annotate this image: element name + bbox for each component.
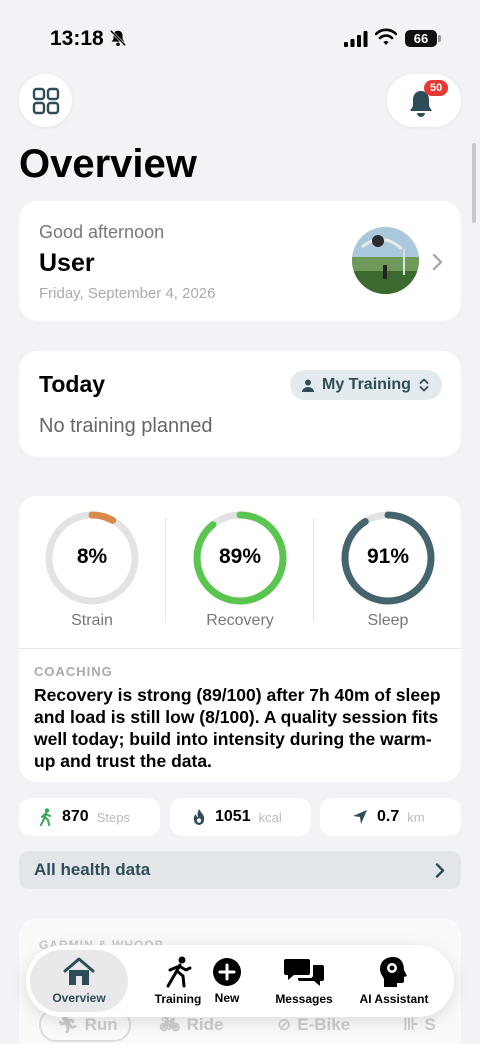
bell-slash-icon <box>109 29 127 47</box>
coaching-label: COACHING <box>34 664 113 679</box>
all-health-data-button[interactable]: All health data <box>19 851 461 889</box>
cellular-signal-icon <box>344 31 368 47</box>
coaching-text: Recovery is strong (89/100) after 7h 40m… <box>34 685 441 771</box>
scroll-indicator[interactable] <box>472 143 476 223</box>
ring-value: 89% <box>218 545 262 568</box>
training-selector[interactable]: My Training <box>290 370 442 400</box>
all-health-data-label: All health data <box>34 860 151 879</box>
today-title: Today <box>39 371 106 397</box>
avatar-photo <box>352 227 419 294</box>
status-time: 13:18 <box>50 27 104 50</box>
tab-label: Overview <box>52 991 106 1005</box>
notifications-button[interactable] <box>387 74 461 127</box>
divider <box>19 648 461 649</box>
tab-ai-assistant[interactable]: AI Assistant <box>346 945 442 1017</box>
walking-icon <box>40 808 51 826</box>
status-bar: 13:18 66 <box>0 0 480 76</box>
dumbbell-icon: ⊪ <box>403 1015 419 1034</box>
person-icon <box>302 379 314 392</box>
notification-badge: 50 <box>424 80 449 96</box>
divider <box>313 518 314 622</box>
bike-icon: 🚲︎ <box>159 1015 181 1034</box>
flame-icon <box>193 809 205 825</box>
divider <box>165 518 166 622</box>
sport-strength-label: S <box>424 1015 436 1034</box>
tab-label: AI Assistant <box>359 992 429 1006</box>
ring-label: Strain <box>71 612 113 629</box>
ring-label: Sleep <box>367 612 409 629</box>
brain-head-icon <box>380 957 407 987</box>
tab-label: Training <box>154 992 202 1006</box>
tab-overview[interactable]: Overview <box>30 950 128 1012</box>
sport-run-label: Run <box>84 1015 118 1034</box>
ring-value: 91% <box>366 545 410 568</box>
distance-chip[interactable]: 0.7 km <box>320 798 461 836</box>
sport-ride-label: Ride <box>186 1015 224 1034</box>
ebike-icon: ⊘ <box>277 1015 292 1034</box>
home-icon <box>63 957 95 985</box>
ring-value: 8% <box>76 545 108 568</box>
distance-value: 0.7 <box>377 808 400 825</box>
distance-unit: km <box>407 809 425 825</box>
calories-chip[interactable]: 1051 kcal <box>170 798 311 836</box>
user-name: User <box>39 249 95 277</box>
chevron-up-down-icon <box>419 378 429 392</box>
no-training-text: No training planned <box>39 415 213 437</box>
sport-ebike-label: E-Bike <box>297 1015 351 1034</box>
location-arrow-icon <box>353 810 367 824</box>
calories-unit: kcal <box>258 809 282 825</box>
chevron-right-icon <box>435 863 445 878</box>
greeting-card[interactable]: Good afternoon User Friday, September 4,… <box>19 201 461 321</box>
avatar[interactable] <box>352 227 419 294</box>
tab-label: New <box>214 991 240 1005</box>
calories-value: 1051 <box>215 808 251 825</box>
wifi-icon <box>375 28 397 45</box>
menu-grid-button[interactable] <box>19 74 72 127</box>
current-date: Friday, September 4, 2026 <box>39 285 216 302</box>
battery-indicator: 66 <box>405 30 441 47</box>
steps-value: 870 <box>62 808 89 825</box>
training-selector-label: My Training <box>322 376 411 393</box>
tab-label: Messages <box>275 992 333 1006</box>
page-title: Overview <box>19 142 197 186</box>
tab-bar: Overview Training New Messages AI Assist… <box>26 945 454 1017</box>
running-icon <box>166 956 192 988</box>
ring-label: Recovery <box>206 612 274 629</box>
greeting-text: Good afternoon <box>39 222 165 242</box>
run-icon: 🏃︎ <box>57 1015 79 1034</box>
steps-chip[interactable]: 870 Steps <box>19 798 160 836</box>
chat-bubbles-icon <box>284 959 324 986</box>
steps-unit: Steps <box>96 809 130 825</box>
battery-level: 66 <box>413 31 429 46</box>
grid-icon <box>32 87 59 114</box>
plus-circle-icon <box>213 958 241 986</box>
metrics-card: 8% Strain 89% Recovery 91% Sleep COACHING Rec… <box>19 496 461 782</box>
tab-new[interactable]: New <box>196 945 258 1017</box>
chevron-right-icon <box>432 253 443 271</box>
today-card: Today My Training No training planned <box>19 351 461 457</box>
tab-messages[interactable]: Messages <box>264 945 344 1017</box>
